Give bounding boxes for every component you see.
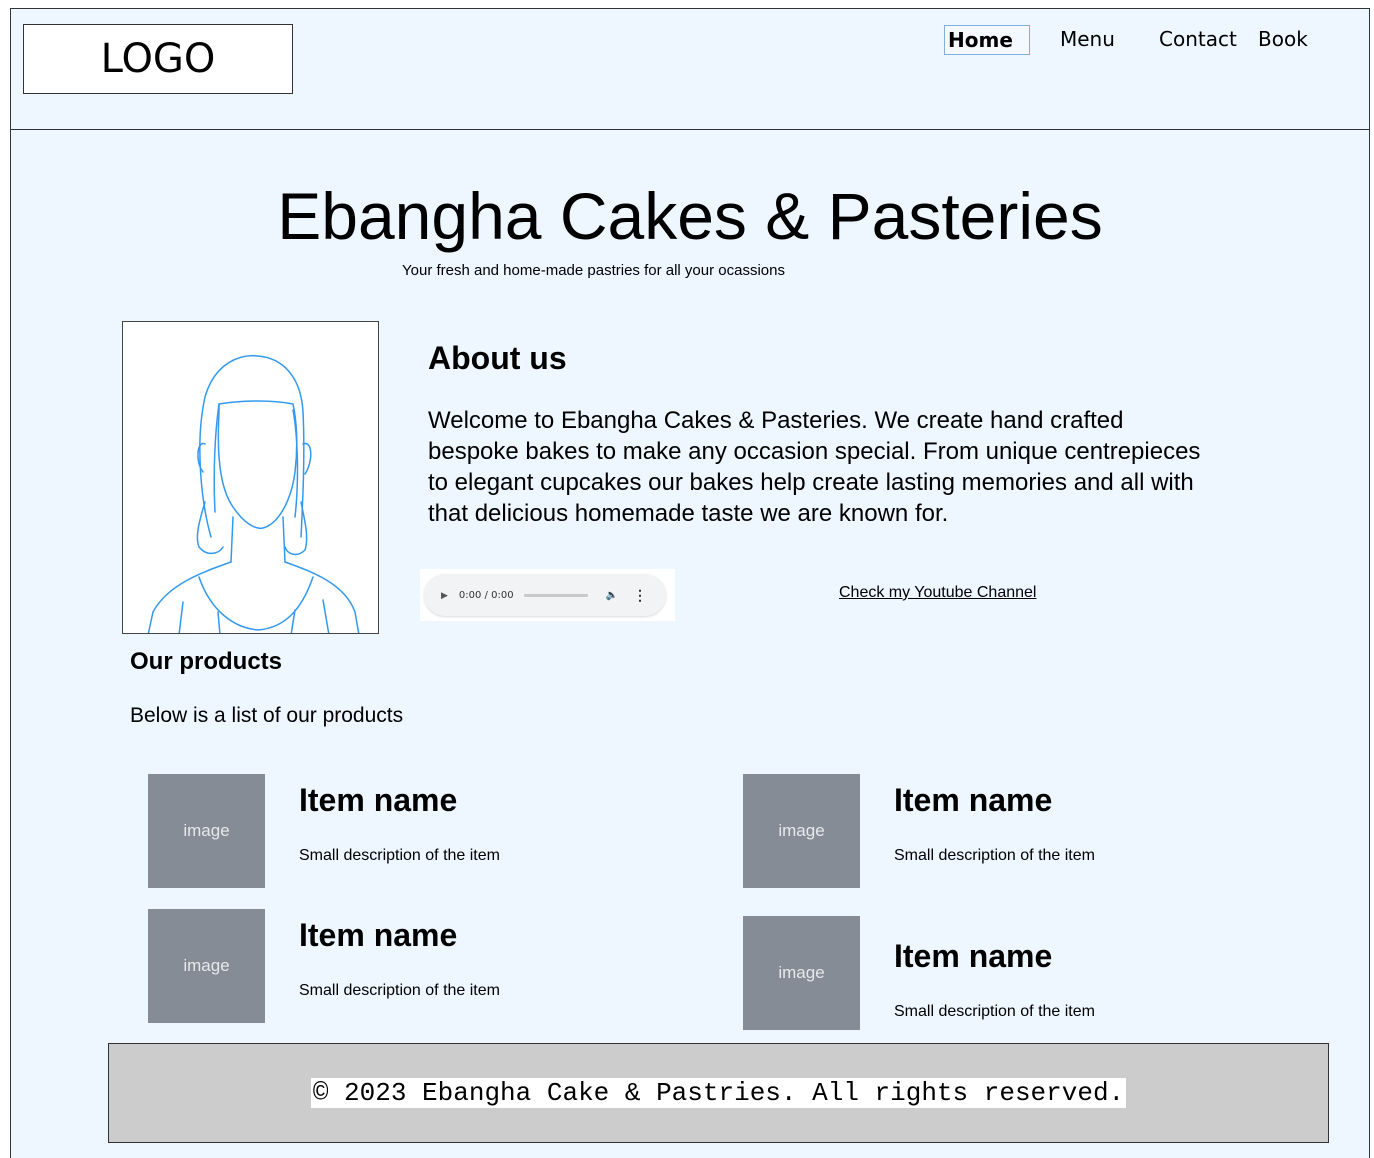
product-image: image	[148, 909, 265, 1023]
product-name: Item name	[299, 917, 458, 953]
logo[interactable]: LOGO	[23, 24, 293, 94]
copyright-text: © 2023 Ebangha Cake & Pastries. All righ…	[310, 1078, 1127, 1108]
product-description: Small description of the item	[894, 847, 1095, 864]
products-intro: Below is a list of our products	[130, 704, 404, 727]
product-image-label: image	[778, 821, 825, 840]
audio-controls[interactable]: ▶ 0:00 / 0:00 🔈 ⋮	[424, 574, 666, 616]
about-text: Welcome to Ebangha Cakes & Pasteries. We…	[428, 407, 1201, 527]
play-icon[interactable]: ▶	[441, 590, 448, 601]
logo-text: LOGO	[100, 36, 216, 82]
nav-menu[interactable]: Menu	[1060, 25, 1115, 53]
product-image: image	[148, 774, 265, 888]
products-heading: Our products	[130, 648, 283, 675]
product-image: image	[743, 916, 860, 1030]
audio-player[interactable]: ▶ 0:00 / 0:00 🔈 ⋮	[420, 569, 675, 621]
header-divider	[10, 129, 1370, 130]
product-image: image	[743, 774, 860, 888]
product-image-label: image	[778, 963, 825, 982]
audio-progress-bar[interactable]	[523, 593, 588, 597]
page-title: Ebangha Cakes & Pasteries	[277, 179, 1103, 253]
page-subtitle: Your fresh and home-made pastries for al…	[402, 262, 785, 279]
product-name: Item name	[894, 782, 1053, 818]
product-name: Item name	[894, 938, 1053, 974]
footer: © 2023 Ebangha Cake & Pastries. All righ…	[108, 1043, 1329, 1143]
nav-home[interactable]: Home	[944, 25, 1030, 55]
nav-book[interactable]: Book	[1258, 25, 1308, 53]
audio-time: 0:00 / 0:00	[458, 589, 514, 601]
volume-icon[interactable]: 🔈	[606, 590, 618, 601]
product-name: Item name	[299, 782, 458, 818]
about-heading: About us	[428, 340, 567, 376]
product-description: Small description of the item	[894, 1003, 1095, 1020]
product-image-label: image	[183, 821, 230, 840]
more-options-icon[interactable]: ⋮	[633, 587, 647, 604]
nav-contact[interactable]: Contact	[1159, 25, 1237, 53]
youtube-link[interactable]: Check my Youtube Channel	[839, 584, 1036, 602]
product-description: Small description of the item	[299, 847, 500, 864]
product-image-label: image	[183, 956, 230, 975]
product-description: Small description of the item	[299, 982, 500, 999]
woman-portrait-icon	[122, 321, 379, 634]
